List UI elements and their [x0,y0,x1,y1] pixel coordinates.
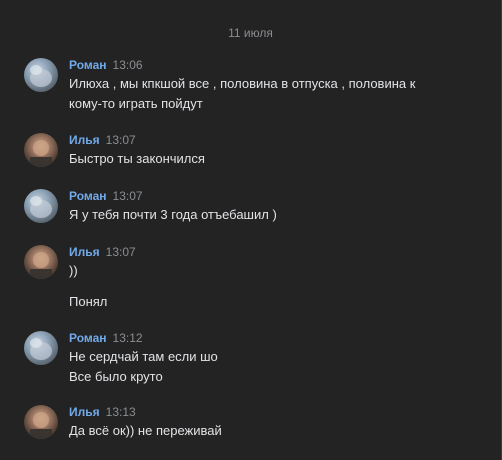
message-header: Илья 13:07 [69,245,136,259]
message-header: Илья 13:13 [69,405,136,419]
message-text: Все было круто [69,369,163,384]
message[interactable]: Роман 13:12 Не сердчай там если шо Все бы… [24,331,481,391]
message-time[interactable]: 13:07 [113,189,143,203]
message-header: Илья 13:07 [69,133,136,147]
author-name[interactable]: Илья [69,133,100,147]
message-text: Понял [69,294,108,309]
author-name[interactable]: Илья [69,245,100,259]
message-text: Илюха , мы кпкшой все , половина в отпус… [69,76,416,91]
avatar[interactable] [24,189,58,223]
message[interactable]: Роман 13:06 Илюха , мы кпкшой все , полов… [24,58,481,118]
message-time[interactable]: 13:07 [106,245,136,259]
message-time[interactable]: 13:12 [113,331,143,345]
avatar[interactable] [24,405,58,439]
message-text: Да всё ок)) не переживай [69,423,222,438]
author-name[interactable]: Роман [69,58,107,72]
chat-history: 11 июля Роман 13:06 Илюха , мы кпкшой все… [0,0,502,460]
message[interactable]: Роман 13:07 Я у тебя почти 3 года отъебаш… [24,189,481,229]
author-name[interactable]: Роман [69,189,107,203]
message-time[interactable]: 13:07 [106,133,136,147]
message-time[interactable]: 13:13 [106,405,136,419]
message-text: Быстро ты закончился [69,151,205,166]
message[interactable]: Илья 13:13 Да всё ок)) не переживай [24,405,481,445]
message-text: Не сердчай там если шо [69,349,218,364]
message-header: Роман 13:12 [69,331,143,345]
message-text: кому-то играть пойдут [69,96,203,111]
avatar[interactable] [24,331,58,365]
message-time[interactable]: 13:06 [113,58,143,72]
author-name[interactable]: Илья [69,405,100,419]
message[interactable]: Илья 13:07 )) Понял [24,245,481,315]
message-header: Роман 13:06 [69,58,143,72]
avatar[interactable] [24,58,58,92]
avatar[interactable] [24,133,58,167]
message-text: )) [69,263,78,278]
avatar[interactable] [24,245,58,279]
message-header: Роман 13:07 [69,189,143,203]
message[interactable]: Илья 13:07 Быстро ты закончился [24,133,481,173]
date-separator: 11 июля [228,26,273,40]
author-name[interactable]: Роман [69,331,107,345]
message-text: Я у тебя почти 3 года отъебашил ) [69,207,277,222]
